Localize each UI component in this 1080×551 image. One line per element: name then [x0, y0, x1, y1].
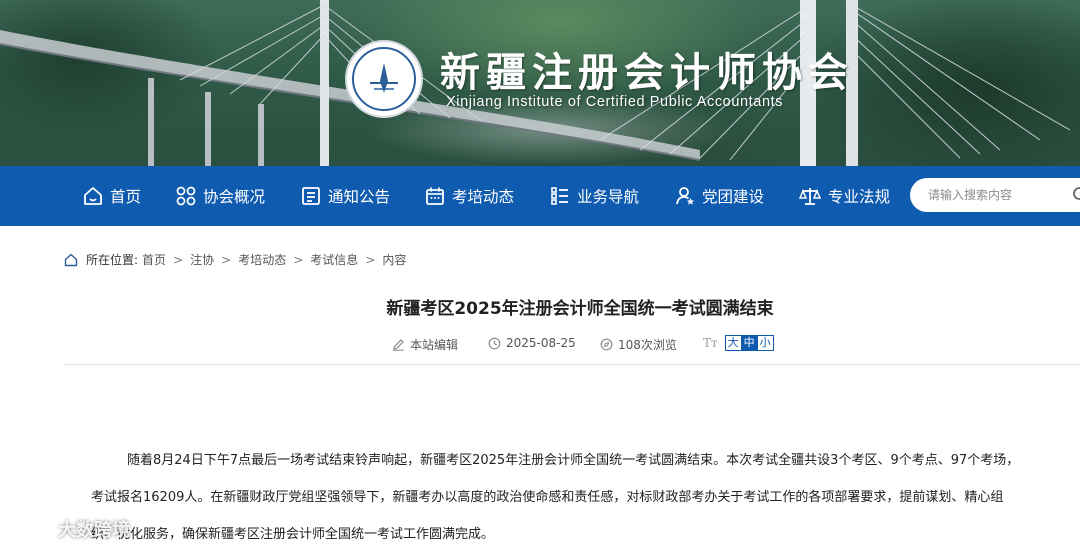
list-icon	[551, 187, 568, 205]
article-divider	[64, 364, 1080, 365]
nav-item-business-guide[interactable]: 业务导航	[550, 166, 639, 226]
breadcrumb-separator: >	[293, 252, 304, 267]
article-title: 新疆考区2025年注册会计师全国统一考试圆满结束	[386, 299, 774, 319]
nav-item-party-building[interactable]: 党团建设	[675, 166, 764, 226]
home-icon	[84, 187, 102, 205]
calendar-icon	[426, 187, 444, 205]
breadcrumb-separator: >	[173, 252, 184, 267]
font-size-large-button[interactable]: 大	[724, 335, 742, 351]
breadcrumb-cicpa[interactable]: 注协	[190, 251, 214, 268]
article-paragraph-line: 考试报名16209人。在新疆财政厅党组坚强领导下，新疆考办以高度的政治使命感和责…	[91, 490, 1004, 505]
notice-board-icon	[302, 187, 320, 205]
nav-item-regulations[interactable]: 专业法规	[799, 166, 890, 226]
nav-label: 党团建设	[702, 188, 765, 206]
clock-icon	[488, 337, 501, 349]
eye-compass-icon	[600, 338, 613, 351]
nav-item-notices[interactable]: 通知公告	[301, 166, 390, 226]
search-box	[910, 178, 1080, 212]
nav-item-home[interactable]: 首页	[83, 166, 141, 226]
watermark-text: 大数跨境	[58, 520, 130, 541]
pencil-icon	[393, 339, 404, 351]
home-icon	[64, 253, 78, 266]
article-paragraph-line: 随着8月24日下午7点最后一场考试结束铃声响起，新疆考区2025年注册会计师全国…	[127, 453, 1020, 468]
nav-item-about[interactable]: 协会概况	[176, 166, 265, 226]
article-author: 本站编辑	[392, 336, 458, 353]
nav-item-exam-news[interactable]: 考培动态	[425, 166, 514, 226]
breadcrumb-separator: >	[221, 252, 232, 267]
nav-label: 业务导航	[577, 188, 640, 206]
search-input[interactable]	[928, 188, 1068, 202]
nav-label: 专业法规	[828, 188, 891, 206]
article-views: 108次浏览	[600, 336, 677, 353]
breadcrumb-exam-info[interactable]: 考试信息	[310, 251, 358, 268]
breadcrumb-separator: >	[365, 252, 376, 267]
article-date: 2025-08-25	[488, 336, 576, 350]
site-title: 新疆注册会计师协会	[440, 49, 854, 96]
association-seal-icon	[352, 47, 416, 111]
breadcrumb: 所在位置: 首页 > 注协 > 考培动态 > 考试信息 > 内容	[64, 251, 406, 268]
breadcrumb-label: 所在位置:	[86, 253, 139, 267]
header-banner: 新疆注册会计师协会 Xinjiang Institute of Certifie…	[0, 0, 1080, 166]
article-paragraph-line: 织、优化服务，确保新疆考区注册会计师全国统一考试工作圆满完成。	[91, 527, 495, 542]
nav-label: 首页	[110, 188, 142, 206]
date-text: 2025-08-25	[506, 336, 576, 350]
breadcrumb-exam-news[interactable]: 考培动态	[238, 251, 286, 268]
breadcrumb-content: 内容	[382, 253, 407, 267]
person-star-icon	[676, 187, 694, 205]
nav-label: 考培动态	[452, 188, 515, 206]
site-subtitle: Xinjiang Institute of Certified Public A…	[446, 94, 784, 110]
nav-label: 通知公告	[328, 188, 391, 206]
association-logo[interactable]	[345, 40, 423, 118]
font-size-switcher: Tт 大 中 小	[703, 335, 774, 351]
scales-icon	[799, 188, 821, 205]
nav-label: 协会概况	[203, 188, 266, 206]
watermark: 大数跨境	[8, 516, 130, 542]
watermark-logo-icon	[10, 520, 50, 538]
font-size-small-button[interactable]: 小	[756, 335, 774, 351]
breadcrumb-home[interactable]: 首页	[142, 251, 166, 268]
font-size-icon: Tт	[703, 336, 718, 350]
author-text: 本站编辑	[410, 338, 459, 352]
views-text: 108次浏览	[618, 338, 677, 352]
grid-circles-icon	[176, 186, 196, 206]
search-icon[interactable]	[1072, 186, 1080, 204]
font-size-medium-button[interactable]: 中	[740, 335, 758, 351]
